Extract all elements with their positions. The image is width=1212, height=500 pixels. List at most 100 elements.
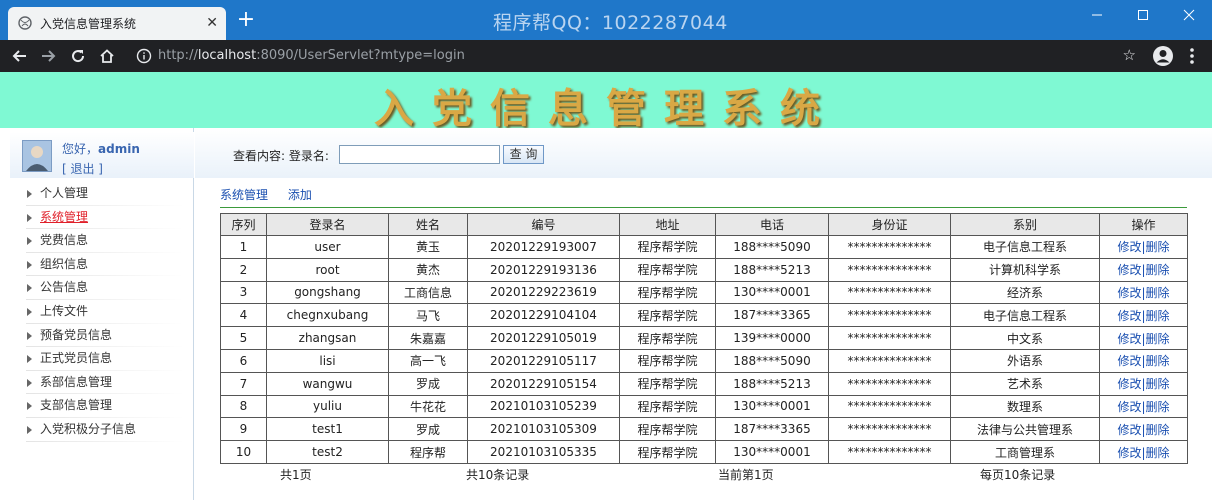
sidebar-item-label: 支部信息管理 bbox=[40, 398, 113, 413]
delete-link[interactable]: 删除 bbox=[1146, 332, 1170, 346]
total-pages: 共1页 bbox=[280, 467, 312, 482]
login-name-search-input[interactable] bbox=[339, 145, 500, 164]
caret-right-icon bbox=[27, 307, 32, 316]
edit-link[interactable]: 修改 bbox=[1117, 377, 1141, 391]
table-cell: 中文系 bbox=[950, 326, 1100, 350]
new-tab-button[interactable]: + bbox=[234, 8, 258, 32]
table-cell: 20201229105154 bbox=[467, 371, 620, 396]
table-cell: 程序帮学院 bbox=[619, 326, 716, 350]
sidebar-item-label: 组织信息 bbox=[40, 256, 89, 271]
table-cell: 工商信息 bbox=[388, 280, 468, 305]
star-icon[interactable]: ☆ bbox=[1123, 46, 1136, 64]
sidebar-item[interactable]: 公告信息 bbox=[0, 276, 194, 300]
sidebar-item[interactable]: 系部信息管理 bbox=[0, 371, 194, 395]
sidebar-item[interactable]: 个人管理 bbox=[0, 182, 194, 206]
table-cell: 20201229223619 bbox=[467, 280, 620, 305]
sidebar-item[interactable]: 系统管理 bbox=[0, 206, 194, 230]
edit-link[interactable]: 修改 bbox=[1117, 263, 1141, 277]
edit-link[interactable]: 修改 bbox=[1117, 423, 1141, 437]
delete-link[interactable]: 删除 bbox=[1146, 400, 1170, 414]
row-actions: 修改|删除 bbox=[1099, 326, 1188, 350]
row-actions: 修改|删除 bbox=[1099, 235, 1188, 259]
delete-link[interactable]: 删除 bbox=[1146, 286, 1170, 300]
minimize-icon[interactable] bbox=[1074, 0, 1120, 30]
address-bar[interactable]: http://localhost:8090/UserServlet?mtype=… bbox=[128, 43, 1144, 69]
sidebar-item-label: 党费信息 bbox=[40, 233, 89, 248]
sidebar-item-label: 预备党员信息 bbox=[40, 327, 113, 342]
main-content: 查看内容: 登录名: 查 询 系统管理 添加 序列 登录名 姓名 编号 地址 电话 身份证系… bbox=[195, 128, 1212, 500]
logout-link[interactable]: [ 退出 ] bbox=[62, 160, 103, 177]
browser-tab[interactable]: 入党信息管理系统 ✕ bbox=[8, 7, 226, 40]
caret-right-icon bbox=[27, 402, 32, 411]
table-cell: 20210103105309 bbox=[467, 417, 620, 442]
add-link[interactable]: 添加 bbox=[288, 188, 312, 202]
reload-icon[interactable] bbox=[66, 44, 90, 68]
profile-icon[interactable] bbox=[1152, 45, 1174, 67]
table-cell: 程序帮学院 bbox=[619, 371, 716, 396]
table-cell: 4 bbox=[220, 303, 267, 328]
sidebar-item-label: 系统管理 bbox=[40, 209, 89, 224]
delete-link[interactable]: 删除 bbox=[1146, 263, 1170, 277]
sidebar-item[interactable]: 入党积极分子信息 bbox=[0, 418, 194, 442]
table-cell: 罗成 bbox=[388, 371, 468, 396]
delete-link[interactable]: 删除 bbox=[1146, 354, 1170, 368]
table-cell: ************** bbox=[828, 280, 951, 305]
delete-link[interactable]: 删除 bbox=[1146, 446, 1170, 460]
edit-link[interactable]: 修改 bbox=[1117, 240, 1141, 254]
table-cell: 数理系 bbox=[950, 394, 1100, 419]
delete-link[interactable]: 删除 bbox=[1146, 309, 1170, 323]
table-cell: 6 bbox=[220, 348, 267, 373]
url-host: localhost bbox=[197, 48, 257, 63]
pagination-bar: 共1页 共10条记录 当前第1页 每页10条记录 bbox=[220, 464, 1187, 482]
current-page: 当前第1页 bbox=[718, 467, 774, 482]
table-cell: 程序帮学院 bbox=[619, 440, 716, 464]
search-button[interactable]: 查 询 bbox=[503, 145, 544, 164]
sidebar-item[interactable]: 上传文件 bbox=[0, 300, 194, 324]
table-cell: 程序帮学院 bbox=[619, 280, 716, 305]
sidebar-item[interactable]: 正式党员信息 bbox=[0, 347, 194, 371]
sidebar-item[interactable]: 预备党员信息 bbox=[0, 324, 194, 348]
sidebar-item-label: 上传文件 bbox=[40, 303, 89, 318]
edit-link[interactable]: 修改 bbox=[1117, 354, 1141, 368]
subnav-divider bbox=[220, 207, 1187, 208]
edit-link[interactable]: 修改 bbox=[1117, 400, 1141, 414]
edit-link[interactable]: 修改 bbox=[1117, 309, 1141, 323]
greeting-text: 您好，admin bbox=[62, 140, 140, 157]
watermark-text: 程序帮QQ：1022287044 bbox=[493, 12, 728, 34]
edit-link[interactable]: 修改 bbox=[1117, 286, 1141, 300]
delete-link[interactable]: 删除 bbox=[1146, 240, 1170, 254]
table-cell: 130****0001 bbox=[715, 394, 829, 419]
table-cell: test1 bbox=[266, 417, 389, 442]
maximize-icon[interactable] bbox=[1120, 0, 1166, 30]
sidebar-item-label: 正式党员信息 bbox=[40, 351, 113, 366]
url-path: :8090/UserServlet?mtype=login bbox=[256, 48, 465, 63]
forward-arrow-icon[interactable] bbox=[36, 44, 60, 68]
avatar bbox=[22, 140, 52, 172]
url-text: http://localhost:8090/UserServlet?mtype=… bbox=[158, 48, 465, 63]
close-icon[interactable] bbox=[1166, 0, 1212, 30]
table-cell: 188****5090 bbox=[715, 348, 829, 373]
sidebar-item[interactable]: 组织信息 bbox=[0, 253, 194, 277]
table-cell: 电子信息工程系 bbox=[950, 235, 1100, 259]
edit-link[interactable]: 修改 bbox=[1117, 446, 1141, 460]
total-records: 共10条记录 bbox=[466, 467, 530, 482]
tab-close-icon[interactable]: ✕ bbox=[206, 13, 218, 33]
table-cell: yuliu bbox=[266, 394, 389, 419]
table-cell: 法律与公共管理系 bbox=[950, 417, 1100, 442]
table-cell: 程序帮学院 bbox=[619, 417, 716, 442]
user-panel: 您好，admin [ 退出 ] bbox=[10, 132, 194, 178]
home-icon[interactable] bbox=[95, 44, 119, 68]
delete-link[interactable]: 删除 bbox=[1146, 423, 1170, 437]
caret-right-icon bbox=[27, 378, 32, 387]
table-cell: lisi bbox=[266, 348, 389, 373]
column-header: 操作 bbox=[1099, 213, 1188, 236]
info-icon[interactable] bbox=[136, 48, 152, 64]
sidebar-item[interactable]: 党费信息 bbox=[0, 229, 194, 253]
table-cell: 7 bbox=[220, 371, 267, 396]
sidebar-item[interactable]: 支部信息管理 bbox=[0, 394, 194, 418]
system-manage-link[interactable]: 系统管理 bbox=[220, 188, 268, 202]
edit-link[interactable]: 修改 bbox=[1117, 332, 1141, 346]
menu-dots-icon[interactable] bbox=[1184, 46, 1200, 66]
delete-link[interactable]: 删除 bbox=[1146, 377, 1170, 391]
back-arrow-icon[interactable] bbox=[8, 44, 32, 68]
